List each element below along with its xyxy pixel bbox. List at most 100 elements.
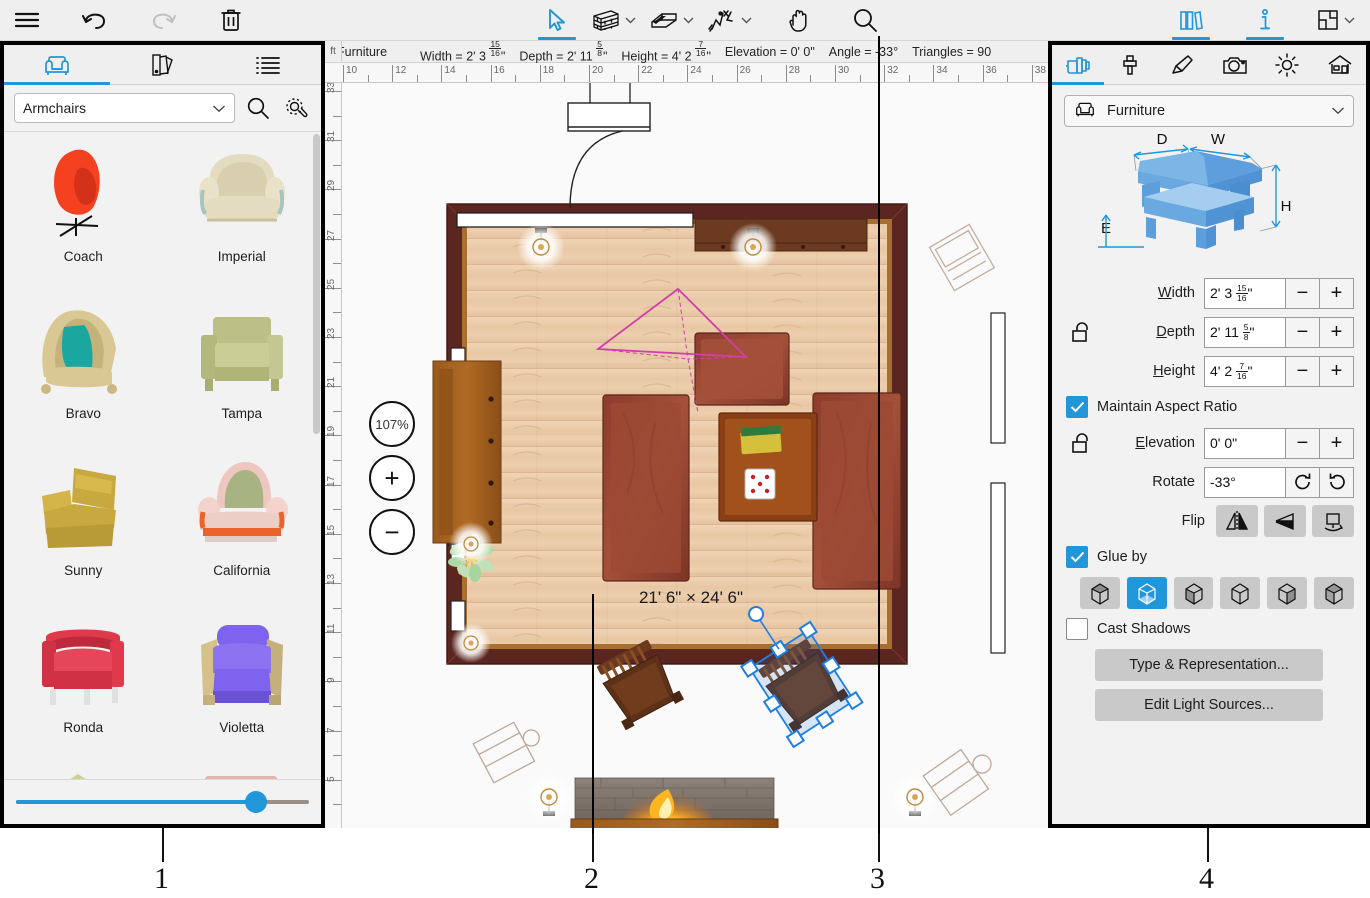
camera-tab[interactable]: [1209, 45, 1261, 84]
type-representation-button[interactable]: Type & Representation...: [1095, 649, 1323, 681]
catalog-item-sunny[interactable]: Sunny: [4, 446, 163, 603]
door-top[interactable]: [567, 83, 651, 209]
edit-light-sources-button[interactable]: Edit Light Sources...: [1095, 689, 1323, 721]
catalog-item-violetta[interactable]: Violetta: [163, 603, 322, 760]
aspect-lock-icon[interactable]: [1064, 320, 1100, 344]
cast-shadows-checkbox[interactable]: [1066, 618, 1088, 640]
catalog-item-tampa[interactable]: Tampa: [163, 289, 322, 446]
depth-increment-button[interactable]: +: [1320, 316, 1354, 348]
view-layout-icon[interactable]: [1306, 0, 1364, 40]
icon-size-slider[interactable]: [4, 779, 321, 824]
width-increment-button[interactable]: +: [1320, 277, 1354, 309]
elevation-lock-icon[interactable]: [1064, 431, 1100, 455]
furniture-tab[interactable]: [4, 45, 110, 85]
rotate-input[interactable]: -33°: [1204, 466, 1286, 498]
rotate-cw-icon[interactable]: [1286, 466, 1320, 498]
ceiling-light-2[interactable]: [729, 223, 777, 271]
maintain-aspect-ratio-row[interactable]: Maintain Aspect Ratio: [1066, 396, 1354, 418]
glue-bottom-face-button[interactable]: [1126, 577, 1167, 609]
room-tool-icon[interactable]: [642, 0, 700, 40]
window-top[interactable]: [456, 212, 694, 228]
chevron-down-icon[interactable]: [1331, 103, 1345, 119]
elevation-decrement-button[interactable]: −: [1286, 427, 1320, 459]
zoom-in-button[interactable]: +: [369, 455, 415, 501]
cabinet-top-right[interactable]: [694, 218, 868, 252]
list-tab[interactable]: [215, 45, 321, 84]
chevron-down-icon[interactable]: [1344, 16, 1355, 24]
fireplace[interactable]: [570, 777, 779, 828]
cast-shadows-row[interactable]: Cast Shadows: [1066, 618, 1354, 640]
delete-icon[interactable]: [204, 0, 258, 40]
width-decrement-button[interactable]: −: [1286, 277, 1320, 309]
info-icon[interactable]: [1238, 0, 1292, 40]
glue-back-face-button[interactable]: [1314, 577, 1354, 609]
elevation-increment-button[interactable]: +: [1320, 427, 1354, 459]
zoom-tool-icon[interactable]: [838, 0, 892, 40]
flip-horizontal-icon[interactable]: [1216, 505, 1258, 537]
depth-input[interactable]: 2' 11 5 8 ": [1204, 316, 1286, 348]
depth-decrement-button[interactable]: −: [1286, 316, 1320, 348]
zoom-out-button[interactable]: −: [369, 509, 415, 555]
sofa-center[interactable]: [602, 394, 690, 582]
glue-by-row[interactable]: Glue by: [1066, 546, 1354, 568]
flip-depth-icon[interactable]: [1312, 505, 1354, 537]
materials-tab[interactable]: [110, 45, 216, 84]
catalog-item-bravo[interactable]: Bravo: [4, 289, 163, 446]
catalog-grid-container[interactable]: Coach Imperial Bravo Tampa Sunny Califor…: [4, 131, 321, 779]
maintain-aspect-ratio-checkbox[interactable]: [1066, 396, 1088, 418]
catalog-item-partial-left[interactable]: [4, 760, 163, 779]
catalog-scrollbar[interactable]: [312, 132, 321, 779]
pan-tool-icon[interactable]: [772, 0, 826, 40]
catalog-item-partial-right[interactable]: [163, 760, 322, 779]
slider-track[interactable]: [16, 791, 309, 813]
height-input[interactable]: 4' 2 7 16 ": [1204, 355, 1286, 387]
chevron-down-icon[interactable]: [741, 16, 752, 24]
wall-tool-icon[interactable]: [584, 0, 642, 40]
light-left-mid[interactable]: [449, 522, 493, 566]
catalog-item-ronda[interactable]: Ronda: [4, 603, 163, 760]
glue-top-face-button[interactable]: [1080, 577, 1120, 609]
light-left-lower[interactable]: [451, 623, 491, 663]
sofa-right[interactable]: [812, 392, 902, 590]
coffee-table[interactable]: [718, 412, 818, 522]
search-icon[interactable]: [243, 93, 273, 123]
catalog-item-coach[interactable]: Coach: [4, 132, 163, 289]
glue-by-checkbox[interactable]: [1066, 546, 1088, 568]
chevron-down-icon[interactable]: [683, 16, 694, 24]
polyline-tool-icon[interactable]: [700, 0, 758, 40]
slider-knob[interactable]: [245, 791, 268, 813]
catalog-item-california[interactable]: California: [163, 446, 322, 603]
library-icon[interactable]: [1164, 0, 1218, 40]
chevron-down-icon[interactable]: [212, 100, 226, 116]
ghost-furniture-top-right[interactable]: [928, 223, 996, 292]
elevation-input[interactable]: 0' 0": [1204, 427, 1286, 459]
gear-icon[interactable]: [281, 93, 311, 123]
pencil-tab[interactable]: [1157, 45, 1209, 84]
floor-plan-svg[interactable]: 21' 6" × 24' 6": [343, 83, 1049, 828]
height-decrement-button[interactable]: −: [1286, 355, 1320, 387]
width-input[interactable]: 2' 3 15 16 ": [1204, 277, 1286, 309]
ghost-furniture-bottom-left[interactable]: [472, 715, 548, 784]
undo-icon[interactable]: [68, 0, 122, 40]
house-tab[interactable]: [1314, 45, 1366, 84]
catalog-item-imperial[interactable]: Imperial: [163, 132, 322, 289]
furniture-tab[interactable]: [1052, 45, 1105, 85]
paint-tab[interactable]: [1104, 45, 1156, 84]
category-select[interactable]: Armchairs: [14, 93, 235, 123]
ceiling-light-3[interactable]: [525, 773, 573, 821]
window-right[interactable]: [990, 312, 1006, 654]
light-tab[interactable]: [1261, 45, 1313, 84]
height-increment-button[interactable]: +: [1320, 355, 1354, 387]
rotate-ccw-icon[interactable]: [1320, 466, 1354, 498]
glue-left-face-button[interactable]: [1173, 577, 1214, 609]
sideboard-left[interactable]: [432, 360, 502, 544]
floor-plan-canvas[interactable]: 21' 6" × 24' 6" 107% + −: [343, 83, 1049, 828]
flip-vertical-icon[interactable]: [1264, 505, 1306, 537]
ceiling-light-1[interactable]: [517, 223, 565, 271]
glue-right-face-button[interactable]: [1220, 577, 1261, 609]
sofa-top[interactable]: [694, 332, 790, 406]
menu-icon[interactable]: [0, 0, 54, 40]
object-type-select[interactable]: Furniture: [1064, 95, 1354, 127]
select-tool-icon[interactable]: [530, 0, 584, 40]
glue-front-face-button[interactable]: [1267, 577, 1308, 609]
